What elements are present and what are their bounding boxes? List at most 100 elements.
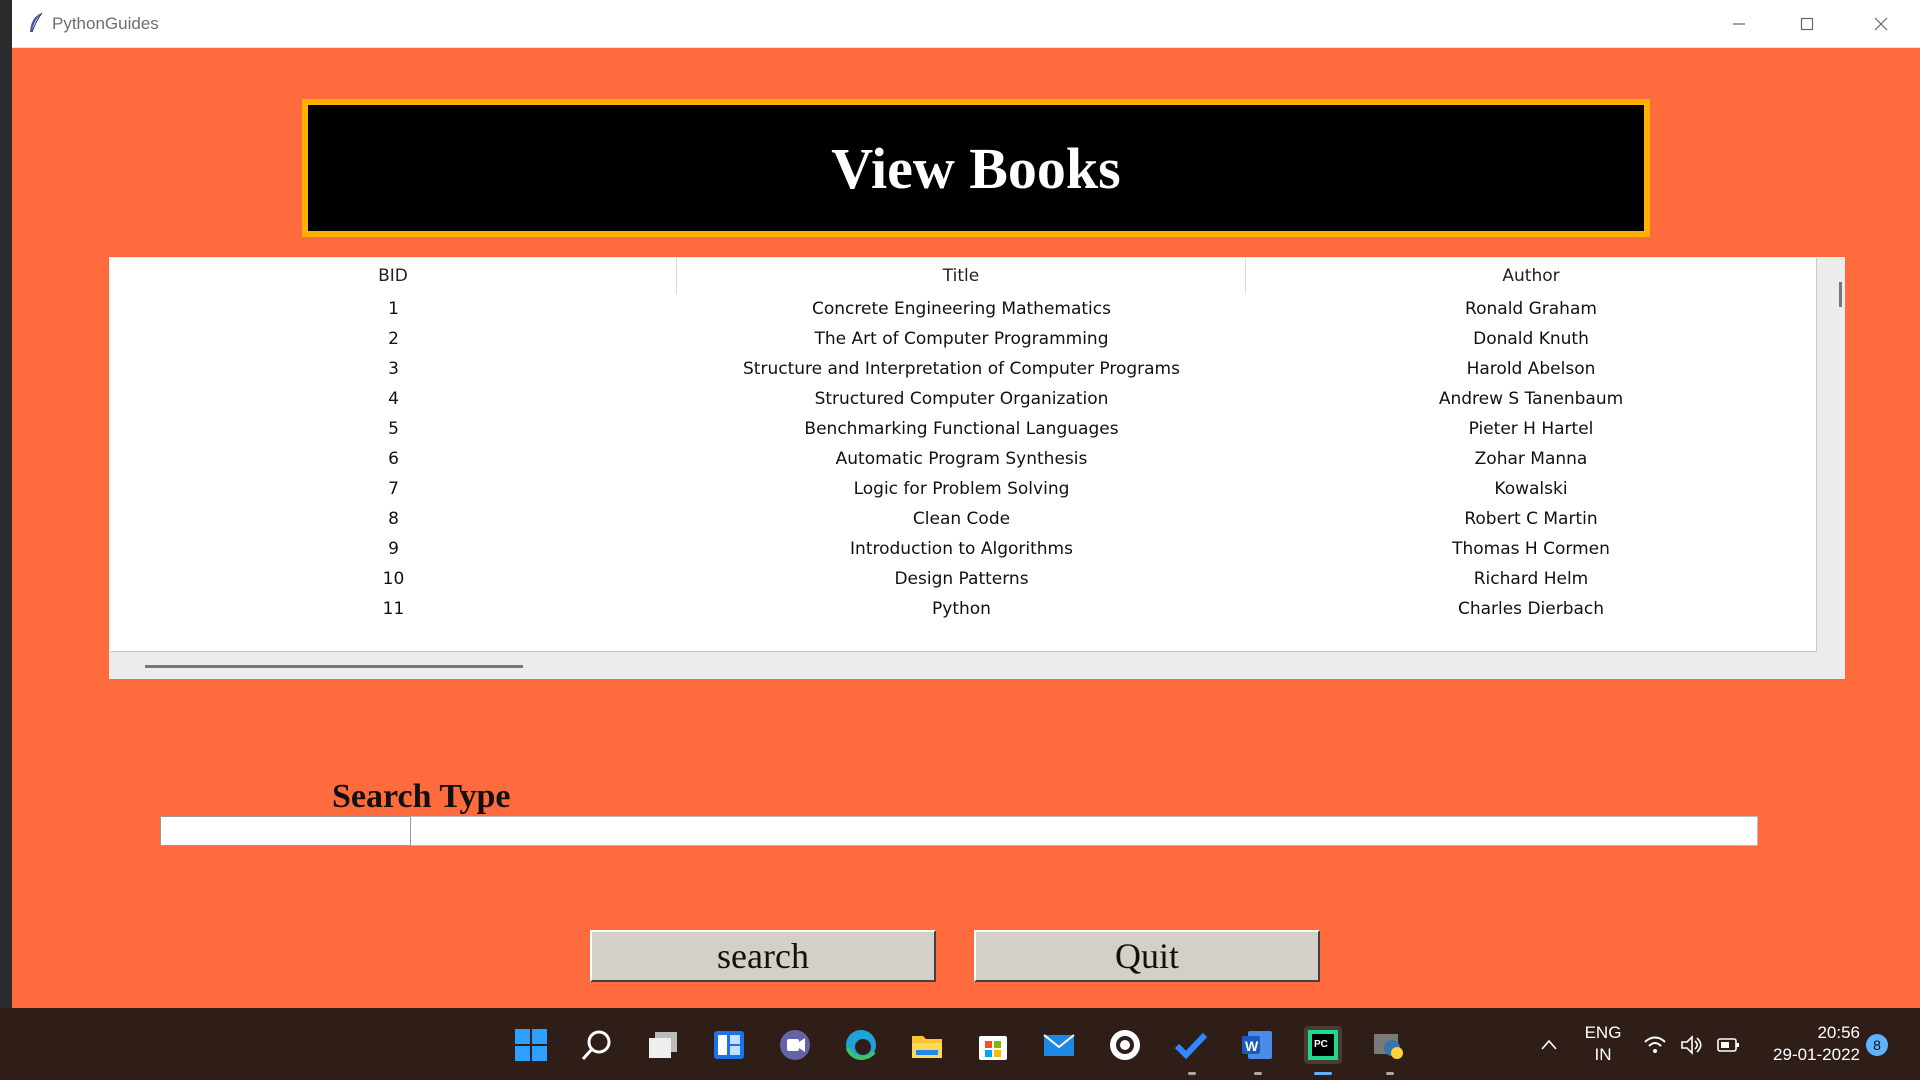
- language-indicator[interactable]: ENG IN: [1578, 1022, 1628, 1066]
- cell-author: Harold Abelson: [1466, 359, 1596, 379]
- cell-bid: 1: [388, 299, 399, 319]
- taskbar: W PC ENG IN 20:56 29-01-2022 8: [0, 1008, 1920, 1080]
- search-type-field[interactable]: [160, 816, 411, 846]
- windows-start-button[interactable]: [512, 1026, 550, 1064]
- wifi-button[interactable]: [1640, 1026, 1670, 1064]
- table-row[interactable]: 3 Structure and Interpretation of Compute…: [110, 354, 1816, 384]
- cell-bid: 3: [388, 359, 399, 379]
- table-row[interactable]: 8 Clean Code Robert C Martin: [110, 504, 1816, 534]
- todo-button[interactable]: [1172, 1026, 1210, 1064]
- window-title: PythonGuides: [52, 14, 159, 33]
- table-row[interactable]: 7 Logic for Problem Solving Kowalski: [110, 474, 1816, 504]
- edge-button[interactable]: [842, 1026, 880, 1064]
- cell-author: Pieter H Hartel: [1468, 419, 1594, 439]
- table-row[interactable]: 1 Concrete Engineering Mathematics Ronald …: [110, 294, 1816, 324]
- cell-title: Design Patterns: [894, 569, 1029, 589]
- file-explorer-button[interactable]: [908, 1026, 946, 1064]
- widgets-icon: [714, 1031, 744, 1059]
- cell-title: Structure and Interpretation of Computer…: [743, 359, 1180, 379]
- word-button[interactable]: W: [1238, 1026, 1276, 1064]
- pycharm-icon: PC: [1308, 1030, 1338, 1060]
- pycharm-button[interactable]: PC: [1304, 1026, 1342, 1064]
- svg-text:PC: PC: [1314, 1039, 1328, 1050]
- widgets-button[interactable]: [710, 1026, 748, 1064]
- quit-button[interactable]: Quit: [974, 930, 1320, 982]
- notification-badge[interactable]: 8: [1866, 1034, 1888, 1056]
- table-row[interactable]: 9 Introduction to Algorithms Thomas H Corm…: [110, 534, 1816, 564]
- volume-button[interactable]: [1676, 1026, 1706, 1064]
- windows-start-icon: [515, 1029, 547, 1061]
- chevron-up-icon: [1541, 1039, 1557, 1050]
- table-row[interactable]: 10 Design Patterns Richard Helm: [110, 564, 1816, 594]
- title-bar[interactable]: PythonGuides: [12, 0, 1920, 48]
- close-button[interactable]: [1847, 0, 1915, 47]
- pycharm-active-indicator: [1314, 1072, 1332, 1075]
- cell-bid: 9: [388, 539, 399, 559]
- vertical-scroll-thumb[interactable]: [1839, 282, 1842, 307]
- table-row[interactable]: 6 Automatic Program Synthesis Zohar Manna: [110, 444, 1816, 474]
- region-code: IN: [1594, 1045, 1612, 1064]
- cell-title: Introduction to Algorithms: [850, 539, 1073, 559]
- battery-button[interactable]: [1714, 1026, 1744, 1064]
- cell-title: Logic for Problem Solving: [853, 479, 1070, 499]
- github-button[interactable]: [1106, 1026, 1144, 1064]
- clock[interactable]: 20:56 29-01-2022: [1760, 1022, 1860, 1066]
- cell-author: Robert C Martin: [1464, 509, 1598, 529]
- python-icon: [1374, 1034, 1403, 1059]
- store-button[interactable]: [974, 1026, 1012, 1064]
- maximize-button[interactable]: [1773, 0, 1841, 47]
- language-code: ENG: [1584, 1023, 1622, 1042]
- store-icon: [979, 1036, 1007, 1060]
- maximize-icon: [1800, 17, 1814, 30]
- chat-button[interactable]: [776, 1026, 814, 1064]
- file-explorer-icon: [912, 1036, 942, 1058]
- cell-bid: 5: [388, 419, 399, 439]
- books-table: BID Title Author 1 Concrete Engineering M…: [109, 257, 1845, 679]
- task-view-icon: [649, 1032, 677, 1058]
- mail-icon: [1043, 1034, 1075, 1056]
- cell-bid: 8: [388, 509, 399, 529]
- show-hidden-icons-button[interactable]: [1534, 1026, 1564, 1064]
- clock-date: 29-01-2022: [1773, 1045, 1860, 1064]
- table-header: BID Title Author: [110, 258, 1816, 294]
- table-row[interactable]: 2 The Art of Computer Programming Donald K…: [110, 324, 1816, 354]
- task-view-button[interactable]: [644, 1026, 682, 1064]
- python-button[interactable]: [1370, 1026, 1408, 1064]
- search-button[interactable]: search: [590, 930, 936, 982]
- mail-button[interactable]: [1040, 1026, 1078, 1064]
- horizontal-scroll-thumb[interactable]: [145, 665, 523, 668]
- page-title: View Books: [831, 135, 1121, 201]
- todo-icon: [1174, 1032, 1208, 1060]
- cell-bid: 11: [382, 599, 405, 619]
- column-header-author[interactable]: Author: [1246, 258, 1816, 294]
- cell-title: Automatic Program Synthesis: [835, 449, 1088, 469]
- wifi-icon: [1644, 1036, 1666, 1053]
- cell-bid: 10: [382, 569, 405, 589]
- battery-icon: [1717, 1038, 1739, 1052]
- cell-author: Thomas H Cormen: [1452, 539, 1610, 559]
- table-row[interactable]: 5 Benchmarking Functional Languages Pieter…: [110, 414, 1816, 444]
- column-header-bid[interactable]: BID: [110, 258, 677, 294]
- table-rows: 1 Concrete Engineering Mathematics Ronald …: [110, 294, 1816, 624]
- edge-icon: [846, 1030, 876, 1060]
- header-banner: View Books: [302, 99, 1650, 237]
- cell-title: Structured Computer Organization: [814, 389, 1109, 409]
- table-row[interactable]: 4 Structured Computer Organization Andrew …: [110, 384, 1816, 414]
- cell-author: Donald Knuth: [1473, 329, 1589, 349]
- cell-title: Benchmarking Functional Languages: [804, 419, 1119, 439]
- taskbar-search-button[interactable]: [578, 1026, 616, 1064]
- vertical-scrollbar[interactable]: [1817, 257, 1845, 653]
- minimize-button[interactable]: [1705, 0, 1773, 47]
- svg-text:W: W: [1245, 1038, 1259, 1054]
- column-header-title[interactable]: Title: [677, 258, 1246, 294]
- word-running-indicator: [1254, 1072, 1262, 1075]
- cell-title: The Art of Computer Programming: [814, 329, 1109, 349]
- todo-running-indicator: [1188, 1072, 1196, 1075]
- feather-icon: [30, 12, 43, 33]
- python-running-indicator: [1386, 1072, 1394, 1075]
- cell-title: Clean Code: [912, 509, 1011, 529]
- cell-author: Andrew S Tanenbaum: [1438, 389, 1624, 409]
- cell-author: Ronald Graham: [1465, 299, 1597, 319]
- cell-bid: 7: [388, 479, 399, 499]
- table-row[interactable]: 11 Python Charles Dierbach: [110, 594, 1816, 624]
